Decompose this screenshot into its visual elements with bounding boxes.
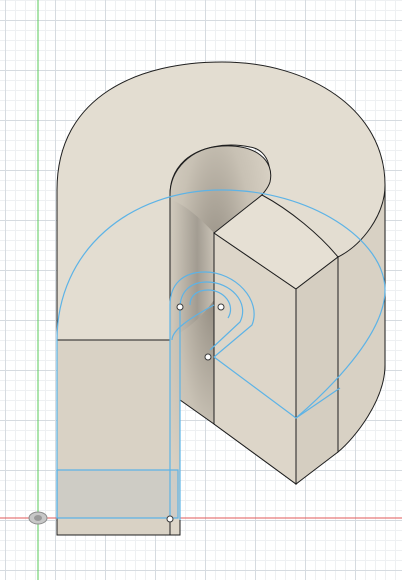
canvas-viewport[interactable] [0,0,402,580]
sketch-point[interactable] [166,515,174,523]
origin-icon[interactable] [28,511,48,525]
sketch-point[interactable] [176,303,184,311]
left-leg-selection[interactable] [57,470,178,518]
sketch-point[interactable] [217,303,225,311]
block-side-face[interactable] [295,255,339,486]
model-view[interactable] [0,0,402,580]
sketch-point[interactable] [204,353,212,361]
